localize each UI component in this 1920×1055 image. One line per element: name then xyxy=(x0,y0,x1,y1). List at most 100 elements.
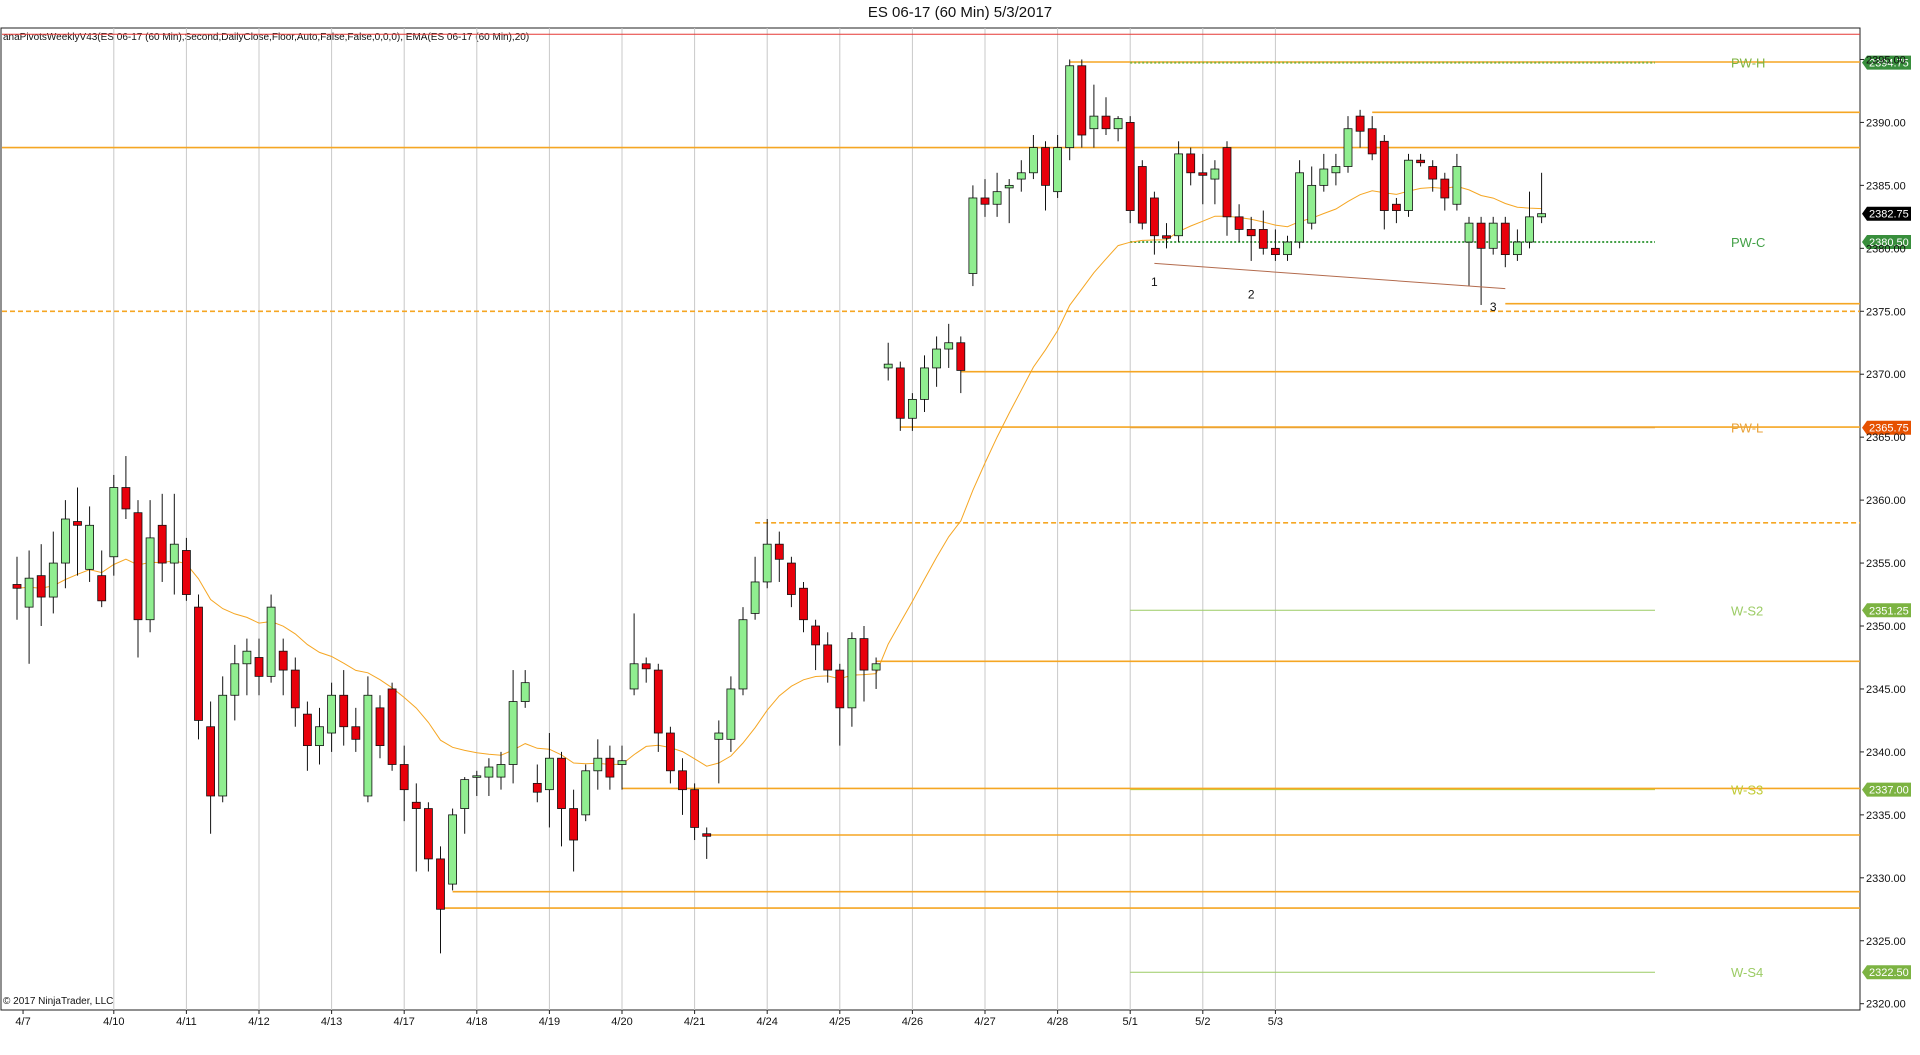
candle xyxy=(181,537,191,601)
candle xyxy=(194,594,203,740)
price-chart[interactable]: PW-H 2394.75PW-C 2380.50PW-L 2365.75W-S2 235… xyxy=(0,0,1920,1055)
x-tick-label: 4/18 xyxy=(466,1016,487,1028)
candle xyxy=(799,581,808,633)
candle xyxy=(629,613,639,696)
candle xyxy=(1440,172,1450,211)
candle xyxy=(1077,59,1087,148)
y-tick-label: 2355.00 xyxy=(1866,558,1906,570)
candle xyxy=(762,519,772,589)
candle-body xyxy=(581,770,591,816)
candle xyxy=(678,758,687,815)
x-tick-label: 4/10 xyxy=(103,1016,124,1028)
candle xyxy=(1379,135,1389,230)
candle xyxy=(375,695,385,759)
candle xyxy=(1488,216,1498,255)
candle xyxy=(327,682,337,752)
candle xyxy=(1404,153,1413,217)
candle-body xyxy=(290,669,300,709)
candle-body xyxy=(496,764,506,778)
candle xyxy=(1295,160,1304,249)
candle-body xyxy=(85,524,94,570)
candle-body xyxy=(653,669,663,734)
candle-body xyxy=(932,348,941,369)
candle xyxy=(206,701,216,834)
candle-body xyxy=(871,663,881,671)
candle-body xyxy=(1234,216,1244,230)
candle xyxy=(895,361,905,431)
candle xyxy=(1041,141,1050,211)
candle xyxy=(1016,160,1026,192)
trendline xyxy=(1154,262,1506,290)
candle xyxy=(1416,153,1425,167)
candle xyxy=(73,487,82,576)
candle xyxy=(48,531,58,614)
x-tick-label: 4/20 xyxy=(611,1016,632,1028)
y-tick-label: 2395.00 xyxy=(1866,54,1906,66)
candle xyxy=(992,172,1002,217)
candle xyxy=(666,726,675,784)
candle-body xyxy=(48,562,58,598)
candle-body xyxy=(423,808,433,860)
candle-body xyxy=(557,757,566,809)
candle-body xyxy=(194,606,203,721)
candle-body xyxy=(1186,153,1196,174)
candle-body xyxy=(944,342,954,350)
candle-body xyxy=(883,363,893,369)
horizontal-lines-layer xyxy=(2,33,1860,973)
candle xyxy=(787,556,796,608)
candle-body xyxy=(472,775,482,778)
candle-body xyxy=(1101,115,1111,130)
candle xyxy=(1174,141,1183,243)
candle xyxy=(980,179,990,217)
candle xyxy=(1476,216,1486,305)
candle-body xyxy=(375,707,385,747)
x-tick-label: 4/28 xyxy=(1047,1016,1068,1028)
candle xyxy=(133,500,143,658)
candle-body xyxy=(1162,235,1171,239)
ema-layer xyxy=(16,185,1542,767)
candle xyxy=(1367,116,1377,161)
candle xyxy=(61,500,70,589)
candle-body xyxy=(666,732,675,772)
candle xyxy=(1210,160,1220,205)
candle xyxy=(1113,116,1123,142)
candle-body xyxy=(1041,147,1050,186)
candle-body xyxy=(1307,184,1317,224)
candle-body xyxy=(605,757,615,778)
candle-body xyxy=(97,575,107,602)
candle-body xyxy=(1525,216,1534,243)
candle xyxy=(593,739,603,790)
candle xyxy=(641,657,651,683)
candle xyxy=(932,336,941,387)
y-tick-label: 2390.00 xyxy=(1866,117,1906,129)
pivot-label: W-S2 xyxy=(1731,603,1763,618)
candle xyxy=(315,707,324,765)
price-badge-text: 2337.00 xyxy=(1869,785,1909,797)
candle-body xyxy=(1331,166,1341,174)
candle xyxy=(750,556,760,620)
pivot-label: W-S4 xyxy=(1731,965,1763,980)
candle xyxy=(1392,197,1401,224)
candle xyxy=(145,500,155,633)
candle-body xyxy=(1004,184,1014,189)
candle xyxy=(36,544,46,627)
candle xyxy=(1053,135,1062,198)
candle-body xyxy=(968,197,978,274)
candle xyxy=(109,474,119,576)
candle xyxy=(387,682,397,771)
candles-layer xyxy=(12,59,1546,954)
candle-body xyxy=(302,713,312,747)
candle-body xyxy=(992,191,1002,205)
ema-line xyxy=(16,185,1542,767)
price-badge-text: 2351.25 xyxy=(1869,605,1909,617)
candle xyxy=(1319,153,1329,192)
candle-body xyxy=(230,663,240,696)
wave-label: 3 xyxy=(1490,300,1497,314)
x-tick-label: 4/24 xyxy=(756,1016,777,1028)
candle-body xyxy=(1016,172,1026,180)
candle xyxy=(302,701,312,771)
candle xyxy=(1331,153,1341,186)
candle-body xyxy=(1258,229,1268,249)
candle-body xyxy=(1053,147,1062,193)
y-tick-label: 2330.00 xyxy=(1866,873,1906,885)
